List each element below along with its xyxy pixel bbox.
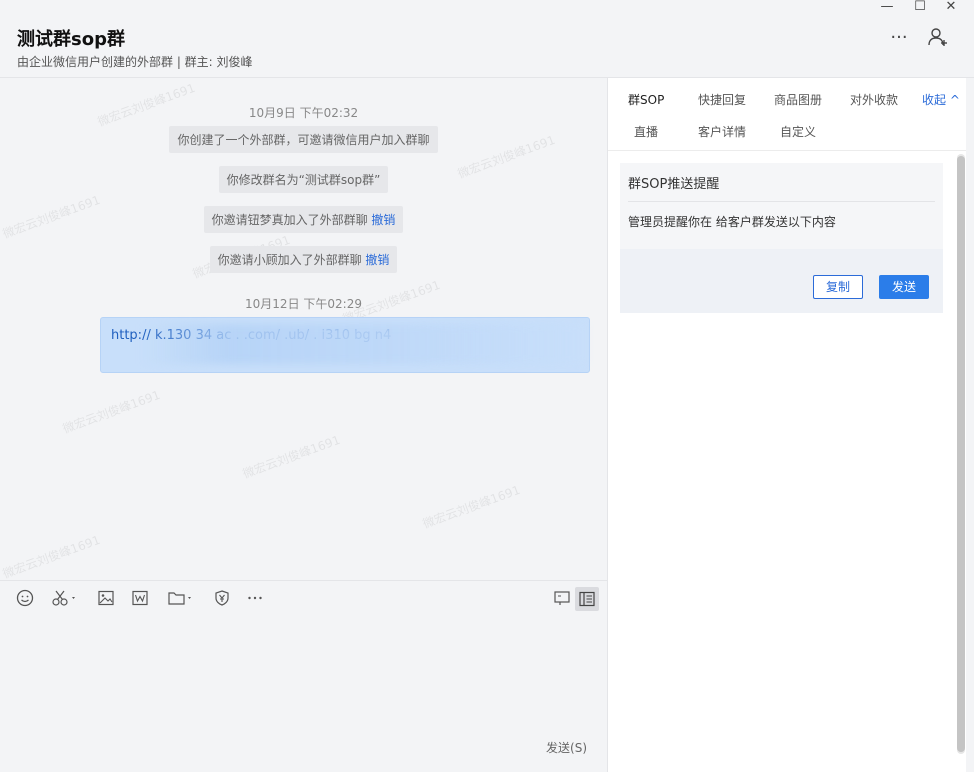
add-user-icon [928, 28, 947, 46]
add-member-button[interactable] [926, 26, 950, 50]
revoke-link[interactable]: 撤销 [365, 253, 389, 267]
tab-quick-reply[interactable]: 快捷回复 [698, 91, 746, 108]
divider [628, 201, 935, 202]
side-panel: 群SOP 快捷回复 商品图册 对外收款 收起 ^ 直播 客户详情 自定义 群SO… [607, 78, 974, 772]
tab-payment[interactable]: 对外收款 [850, 91, 898, 108]
collapse-tabs-button[interactable]: 收起 ^ [922, 91, 960, 108]
emoji-button[interactable] [15, 589, 35, 609]
minimize-button[interactable]: — [872, 0, 902, 14]
message-list[interactable]: 微宏云刘俊峰1691 微宏云刘俊峰1691 微宏云刘俊峰1691 微宏云刘俊峰1… [0, 78, 607, 580]
group-subtitle: 由企业微信用户创建的外部群 | 群主: 刘俊峰 [17, 55, 253, 69]
watermark: 微宏云刘俊峰1691 [240, 432, 343, 482]
toggle-sidebar-button[interactable] [575, 587, 599, 611]
system-message: 你修改群名为“测试群sop群” [218, 166, 389, 193]
copy-button[interactable]: 复制 [813, 275, 863, 299]
maximize-button[interactable]: ☐ [905, 0, 935, 14]
scrollbar-thumb[interactable] [957, 156, 965, 752]
message-input[interactable]: 发送(S) [0, 616, 607, 772]
image-button[interactable] [96, 589, 116, 609]
tab-custom[interactable]: 自定义 [780, 123, 816, 140]
sop-description: 管理员提醒你在 给客户群发送以下内容 [628, 215, 836, 229]
timestamp: 10月9日 下午02:32 [248, 106, 359, 120]
system-message: 你邀请钮梦真加入了外部群聊 撤销 [203, 206, 404, 233]
emoji-icon [16, 589, 34, 607]
send-message-button[interactable]: 发送(S) [546, 739, 587, 756]
sidebar-panel-icon [579, 591, 595, 607]
file-button[interactable] [166, 589, 196, 609]
history-button[interactable] [552, 589, 572, 609]
link-message[interactable]: http:// k.130 34 ac . .com/ .ub/ . i310 … [100, 317, 590, 373]
chat-header: 测试群sop群 由企业微信用户创建的外部群 | 群主: 刘俊峰 — ☐ ✕ ··… [0, 0, 974, 78]
more-horizontal-icon [248, 596, 262, 600]
folder-icon [168, 592, 191, 605]
screenshot-button[interactable] [50, 589, 80, 609]
tab-customer-details[interactable]: 客户详情 [698, 123, 746, 140]
system-message: 你创建了一个外部群，可邀请微信用户加入群聊 [169, 126, 438, 153]
sop-content-box: 复制 发送 [620, 249, 943, 313]
close-button[interactable]: ✕ [936, 0, 966, 14]
more-options-button[interactable]: ··· [887, 26, 911, 50]
panel-scrollbar[interactable] [957, 154, 965, 754]
word-doc-icon [132, 590, 148, 606]
system-message: 你邀请小顾加入了外部群聊 撤销 [209, 246, 398, 273]
sop-reminder-card: 群SOP推送提醒 管理员提醒你在 给客户群发送以下内容 复制 发送 [620, 163, 943, 313]
tab-product-album[interactable]: 商品图册 [774, 91, 822, 108]
send-button[interactable]: 发送 [879, 275, 929, 299]
more-tools-button[interactable] [245, 589, 265, 609]
tabs-divider [608, 150, 974, 151]
composer-toolbar [0, 580, 607, 616]
document-button[interactable] [130, 589, 150, 609]
tab-live[interactable]: 直播 [634, 123, 658, 140]
watermark: 微宏云刘俊峰1691 [60, 387, 163, 437]
timestamp: 10月12日 下午02:29 [245, 297, 362, 311]
tab-group-sop[interactable]: 群SOP [628, 91, 664, 108]
shield-yuan-icon [215, 590, 229, 606]
watermark: 微宏云刘俊峰1691 [0, 532, 103, 580]
image-icon [98, 590, 114, 606]
scissors-icon [52, 590, 75, 606]
chat-window-icon [554, 591, 570, 605]
revoke-link[interactable]: 撤销 [371, 213, 395, 227]
watermark: 微宏云刘俊峰1691 [420, 482, 523, 532]
group-title: 测试群sop群 [17, 29, 125, 50]
sop-title: 群SOP推送提醒 [628, 177, 720, 192]
window-edge [966, 78, 974, 772]
payment-button[interactable] [212, 589, 232, 609]
